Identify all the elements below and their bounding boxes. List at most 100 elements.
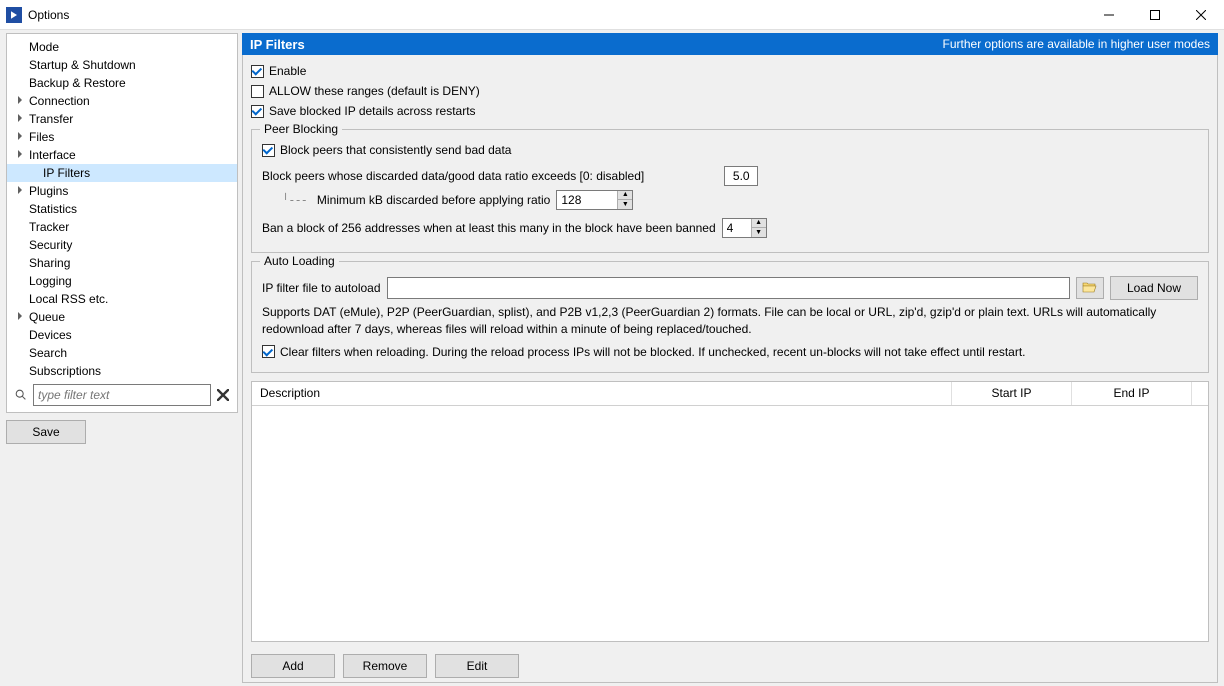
allow-ranges-label: ALLOW these ranges (default is DENY)	[269, 84, 480, 98]
sidebar-item-mode[interactable]: Mode	[7, 38, 237, 56]
sidebar-item-files[interactable]: Files	[7, 128, 237, 146]
allow-ranges-checkbox[interactable]	[251, 85, 264, 98]
expand-icon[interactable]	[13, 132, 27, 143]
auto-loading-group: Auto Loading IP filter file to autoload …	[251, 261, 1209, 373]
browse-button[interactable]	[1076, 277, 1104, 299]
sidebar-item-label: Local RSS etc.	[29, 292, 108, 306]
min-kb-label: Minimum kB discarded before applying rat…	[317, 193, 550, 207]
clear-filters-checkbox[interactable]	[262, 345, 275, 358]
sidebar-item-label: Queue	[29, 310, 65, 324]
save-blocked-label: Save blocked IP details across restarts	[269, 104, 476, 118]
sidebar-item-label: Startup & Shutdown	[29, 58, 136, 72]
remove-button[interactable]: Remove	[343, 654, 427, 678]
block-bad-peers-checkbox[interactable]	[262, 144, 275, 157]
panel-header: IP Filters Further options are available…	[242, 33, 1218, 55]
col-description[interactable]: Description	[252, 382, 952, 405]
ban-block-input[interactable]	[723, 219, 751, 237]
sidebar-item-subscriptions[interactable]: Subscriptions	[7, 362, 237, 380]
search-icon	[13, 387, 29, 403]
sidebar-item-local-rss-etc-[interactable]: Local RSS etc.	[7, 290, 237, 308]
filter-input[interactable]	[33, 384, 211, 406]
table-buttons: Add Remove Edit	[243, 650, 1217, 682]
titlebar: Options	[0, 0, 1224, 30]
sidebar-item-search[interactable]: Search	[7, 344, 237, 362]
sidebar-item-ip-filters[interactable]: IP Filters	[7, 164, 237, 182]
sidebar-item-sharing[interactable]: Sharing	[7, 254, 237, 272]
save-button[interactable]: Save	[6, 420, 86, 444]
sidebar-item-backup-restore[interactable]: Backup & Restore	[7, 74, 237, 92]
autoload-note: Supports DAT (eMule), P2P (PeerGuardian,…	[262, 304, 1198, 338]
peer-blocking-group: Peer Blocking Block peers that consisten…	[251, 129, 1209, 253]
min-kb-spin-down[interactable]: ▼	[618, 200, 632, 209]
minimize-button[interactable]	[1086, 0, 1132, 30]
table-header: Description Start IP End IP	[252, 382, 1208, 406]
expand-icon[interactable]	[13, 114, 27, 125]
sidebar-item-logging[interactable]: Logging	[7, 272, 237, 290]
panel-title: IP Filters	[250, 37, 305, 52]
autoload-file-label: IP filter file to autoload	[262, 281, 381, 295]
sidebar-item-transfer[interactable]: Transfer	[7, 110, 237, 128]
enable-label: Enable	[269, 64, 306, 78]
filters-table: Description Start IP End IP	[251, 381, 1209, 642]
clear-filter-icon[interactable]	[215, 387, 231, 403]
ban-block-spinner[interactable]: ▲ ▼	[722, 218, 767, 238]
sidebar-item-tracker[interactable]: Tracker	[7, 218, 237, 236]
sidebar-item-label: Connection	[29, 94, 90, 108]
expand-icon[interactable]	[13, 312, 27, 323]
enable-checkbox[interactable]	[251, 65, 264, 78]
sidebar-item-startup-shutdown[interactable]: Startup & Shutdown	[7, 56, 237, 74]
peer-blocking-title: Peer Blocking	[260, 122, 342, 136]
sidebar: Mode Startup & Shutdown Backup & Restore…	[6, 33, 238, 413]
auto-loading-title: Auto Loading	[260, 254, 339, 268]
table-body[interactable]	[252, 406, 1208, 641]
options-tree[interactable]: Mode Startup & Shutdown Backup & Restore…	[7, 34, 237, 380]
col-end-ip[interactable]: End IP	[1072, 382, 1192, 405]
ban-block-spin-down[interactable]: ▼	[752, 228, 766, 237]
clear-filters-label: Clear filters when reloading. During the…	[280, 345, 1026, 359]
min-kb-spin-up[interactable]: ▲	[618, 191, 632, 200]
autoload-file-input[interactable]	[387, 277, 1070, 299]
expand-icon[interactable]	[13, 186, 27, 197]
edit-button[interactable]: Edit	[435, 654, 519, 678]
sidebar-item-label: Search	[29, 346, 67, 360]
add-button[interactable]: Add	[251, 654, 335, 678]
sidebar-item-label: Logging	[29, 274, 72, 288]
expand-icon[interactable]	[13, 96, 27, 107]
sidebar-item-label: Devices	[29, 328, 72, 342]
sidebar-item-security[interactable]: Security	[7, 236, 237, 254]
folder-open-icon	[1082, 280, 1098, 297]
sidebar-item-statistics[interactable]: Statistics	[7, 200, 237, 218]
sidebar-item-label: Sharing	[29, 256, 70, 270]
sidebar-item-interface[interactable]: Interface	[7, 146, 237, 164]
sidebar-item-devices[interactable]: Devices	[7, 326, 237, 344]
sidebar-item-label: Transfer	[29, 112, 73, 126]
ban-block-label: Ban a block of 256 addresses when at lea…	[262, 221, 716, 235]
load-now-button[interactable]: Load Now	[1110, 276, 1198, 300]
min-kb-input[interactable]	[557, 191, 617, 209]
sidebar-item-plugins[interactable]: Plugins	[7, 182, 237, 200]
sidebar-item-label: IP Filters	[43, 166, 90, 180]
panel-header-note: Further options are available in higher …	[943, 37, 1210, 51]
tree-connector-icon: ╵---	[282, 193, 307, 207]
content-panel: IP Filters Further options are available…	[242, 33, 1218, 683]
sidebar-item-label: Tracker	[29, 220, 69, 234]
sidebar-item-label: Security	[29, 238, 72, 252]
sidebar-item-label: Subscriptions	[29, 364, 101, 378]
col-start-ip[interactable]: Start IP	[952, 382, 1072, 405]
sidebar-item-label: Mode	[29, 40, 59, 54]
maximize-button[interactable]	[1132, 0, 1178, 30]
sidebar-item-label: Backup & Restore	[29, 76, 126, 90]
ratio-label: Block peers whose discarded data/good da…	[262, 169, 644, 183]
col-spacer	[1192, 382, 1208, 405]
save-blocked-checkbox[interactable]	[251, 105, 264, 118]
ratio-value-field[interactable]: 5.0	[724, 166, 758, 186]
min-kb-spinner[interactable]: ▲ ▼	[556, 190, 633, 210]
expand-icon[interactable]	[13, 150, 27, 161]
sidebar-item-connection[interactable]: Connection	[7, 92, 237, 110]
sidebar-item-queue[interactable]: Queue	[7, 308, 237, 326]
app-icon	[6, 7, 22, 23]
filter-bar	[7, 380, 237, 412]
sidebar-item-label: Files	[29, 130, 54, 144]
ban-block-spin-up[interactable]: ▲	[752, 219, 766, 228]
close-button[interactable]	[1178, 0, 1224, 30]
